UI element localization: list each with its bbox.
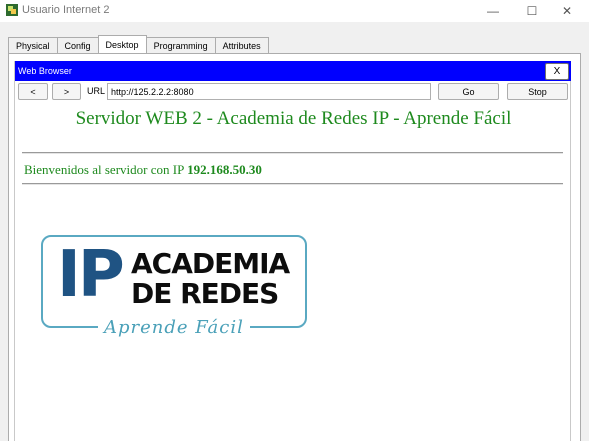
tab-bar: Physical Config Desktop Programming Attr… xyxy=(8,35,269,53)
minimize-icon: — xyxy=(487,4,499,18)
logo-ip-text: IP xyxy=(57,238,125,312)
logo-academia-text: ACADEMIA xyxy=(131,247,290,280)
page-heading: Servidor WEB 2 - Academia de Redes IP - … xyxy=(75,108,512,129)
tab-attributes[interactable]: Attributes xyxy=(214,37,269,53)
tab-config[interactable]: Config xyxy=(56,37,99,53)
welcome-text: Bienvenidos al servidor con IP xyxy=(24,162,188,177)
browser-title: Web Browser xyxy=(18,66,72,76)
packet-tracer-app-icon xyxy=(6,4,18,16)
back-button[interactable]: < xyxy=(18,83,48,100)
forward-button[interactable]: > xyxy=(52,83,81,100)
server-ip: 192.168.50.30 xyxy=(187,162,262,177)
close-icon: ✕ xyxy=(561,4,573,18)
web-browser: Web Browser X < > URL Go Stop Servidor W… xyxy=(14,61,571,441)
divider xyxy=(22,152,563,154)
welcome-message: Bienvenidos al servidor con IP 192.168.5… xyxy=(24,162,262,178)
url-label: URL xyxy=(87,86,106,96)
browser-titlebar: Web Browser X xyxy=(15,61,571,81)
window-titlebar: Usuario Internet 2 — ☐ ✕ xyxy=(0,0,589,22)
logo-tagline: Aprende Fácil xyxy=(98,315,250,341)
tab-physical[interactable]: Physical xyxy=(8,37,58,53)
maximize-icon: ☐ xyxy=(526,4,538,18)
go-button[interactable]: Go xyxy=(438,83,499,100)
academia-redes-logo: IP ACADEMIA DE REDES Aprende Fácil xyxy=(41,235,309,341)
tab-programming[interactable]: Programming xyxy=(145,37,216,53)
tab-desktop[interactable]: Desktop xyxy=(97,35,147,53)
stop-button[interactable]: Stop xyxy=(507,83,568,100)
logo-redes-text: DE REDES xyxy=(131,277,279,310)
window-title: Usuario Internet 2 xyxy=(22,4,110,16)
close-window-button[interactable]: ✕ xyxy=(544,0,589,22)
browser-close-button[interactable]: X xyxy=(545,63,569,80)
divider xyxy=(22,183,563,185)
url-input[interactable] xyxy=(107,83,431,100)
